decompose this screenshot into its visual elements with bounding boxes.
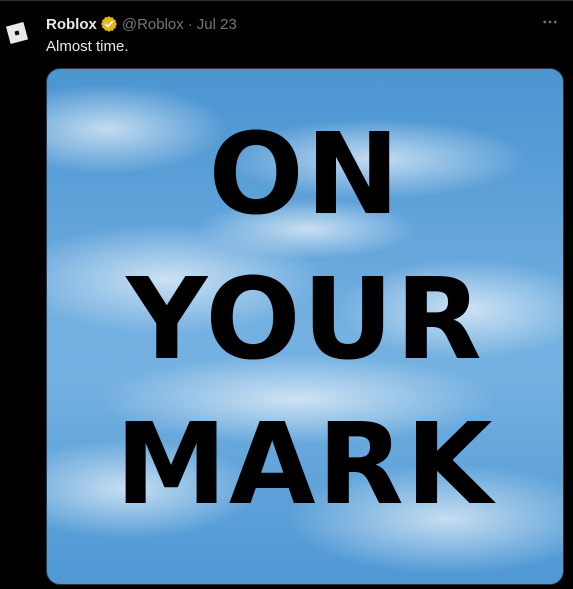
tweet-image[interactable]: ON YOUR MARK xyxy=(46,68,564,585)
tweet-header: Roblox @Roblox · Jul 23 xyxy=(46,13,237,35)
tweet-text: Almost time. xyxy=(46,38,129,55)
tweet-card[interactable]: Roblox @Roblox · Jul 23 Almost time. ON … xyxy=(0,0,573,589)
more-options-icon xyxy=(543,20,557,24)
roblox-logo-icon xyxy=(5,21,29,45)
separator-dot: · xyxy=(187,15,193,33)
image-text-line-3: MARK xyxy=(115,400,495,530)
image-text-line-2: YOUR xyxy=(126,255,484,385)
avatar[interactable] xyxy=(0,13,34,53)
image-text-line-1: ON xyxy=(208,110,402,240)
more-options-button[interactable] xyxy=(539,11,561,33)
verified-badge-icon xyxy=(100,15,118,33)
author-name[interactable]: Roblox xyxy=(46,16,97,33)
tweet-date[interactable]: Jul 23 xyxy=(197,16,237,33)
author-handle[interactable]: @Roblox xyxy=(122,16,184,33)
